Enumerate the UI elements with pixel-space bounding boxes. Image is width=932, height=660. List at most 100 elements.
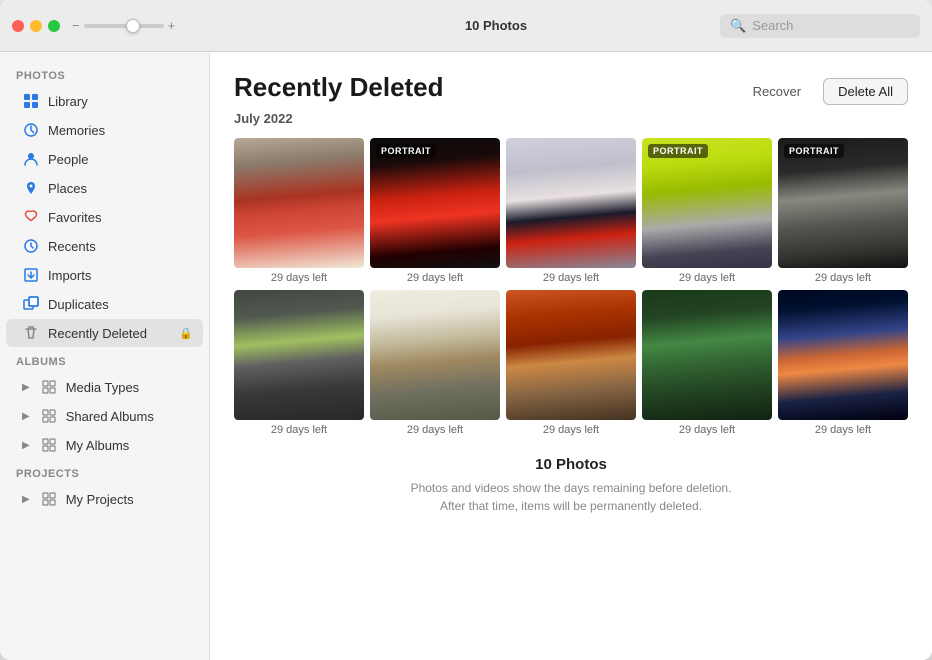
duplicates-icon (22, 295, 40, 313)
people-icon (22, 150, 40, 168)
close-button[interactable] (12, 20, 24, 32)
sidebar-item-shared-albums[interactable]: ▶ Shared Albums (6, 402, 203, 430)
sidebar-item-label-shared-albums: Shared Albums (66, 409, 193, 424)
photo-item-5[interactable]: PORTRAIT29 days left (778, 138, 908, 284)
sidebar-item-label-places: Places (48, 181, 193, 196)
sidebar-item-library[interactable]: Library (6, 87, 203, 115)
my-albums-icon (40, 436, 58, 454)
footer-desc-line2: After that time, items will be permanent… (234, 497, 908, 515)
portrait-badge-2: PORTRAIT (376, 144, 436, 158)
traffic-lights (12, 20, 60, 32)
recently-deleted-icon (22, 324, 40, 342)
photo-count: 10 Photos (465, 18, 527, 33)
sidebar-item-label-recently-deleted: Recently Deleted (48, 326, 171, 341)
days-left-4: 29 days left (642, 272, 772, 284)
portrait-badge-4: PORTRAIT (648, 144, 708, 158)
sidebar-item-label-memories: Memories (48, 123, 193, 138)
expand-arrow-shared-albums: ▶ (22, 411, 30, 422)
minimize-button[interactable] (30, 20, 42, 32)
main-content: Photos Library Memories (0, 52, 932, 660)
sidebar-section-label-photos: Photos (0, 62, 209, 86)
sidebar-item-media-types[interactable]: ▶ Media Types (6, 373, 203, 401)
lock-icon: 🔒 (179, 327, 193, 340)
sidebar-section-albums: Albums ▶ Media Types ▶ Shared Albums (0, 348, 209, 459)
sidebar-item-label-imports: Imports (48, 268, 193, 283)
days-left-7: 29 days left (370, 424, 500, 436)
content-header: Recently Deleted Recover Delete All (234, 72, 908, 105)
titlebar-center: − + 10 Photos 🔍 Search (72, 18, 920, 33)
maximize-button[interactable] (48, 20, 60, 32)
header-buttons: Recover Delete All (739, 78, 908, 105)
days-left-8: 29 days left (506, 424, 636, 436)
delete-all-button[interactable]: Delete All (823, 78, 908, 105)
photo-item-2[interactable]: PORTRAIT 29 days left (370, 138, 500, 284)
sidebar-section-projects: Projects ▶ My Projects (0, 460, 209, 513)
sidebar-item-label-media-types: Media Types (66, 380, 193, 395)
page-title: Recently Deleted (234, 72, 444, 103)
sidebar-item-memories[interactable]: Memories (6, 116, 203, 144)
sidebar-item-favorites[interactable]: Favorites (6, 203, 203, 231)
expand-arrow-my-projects: ▶ (22, 494, 30, 505)
sidebar-item-label-recents: Recents (48, 239, 193, 254)
portrait-badge-5: PORTRAIT (784, 144, 844, 158)
photo-item-10[interactable]: 29 days left (778, 290, 908, 436)
days-left-9: 29 days left (642, 424, 772, 436)
footer-count: 10 Photos (234, 456, 908, 473)
sidebar-item-imports[interactable]: Imports (6, 261, 203, 289)
expand-arrow-my-albums: ▶ (22, 440, 30, 451)
sidebar-item-duplicates[interactable]: Duplicates (6, 290, 203, 318)
sidebar-section-label-albums: Albums (0, 348, 209, 372)
zoom-slider[interactable] (84, 24, 164, 28)
photo-item-9[interactable]: 29 days left (642, 290, 772, 436)
sidebar-item-my-albums[interactable]: ▶ My Albums (6, 431, 203, 459)
sidebar-item-label-library: Library (48, 94, 193, 109)
zoom-out-icon[interactable]: − (72, 18, 80, 33)
days-left-2: 29 days left (370, 272, 500, 284)
footer-desc-line1: Photos and videos show the days remainin… (234, 479, 908, 497)
sidebar-item-label-duplicates: Duplicates (48, 297, 193, 312)
zoom-slider-thumb (126, 19, 140, 33)
places-icon (22, 179, 40, 197)
days-left-1: 29 days left (234, 272, 364, 284)
photo-item-1[interactable]: 29 days left (234, 138, 364, 284)
library-icon (22, 92, 40, 110)
titlebar: − + 10 Photos 🔍 Search (0, 0, 932, 52)
search-bar[interactable]: 🔍 Search (720, 14, 920, 38)
my-projects-icon (40, 490, 58, 508)
photo-item-4[interactable]: PORTRAIT 29 days left (642, 138, 772, 284)
search-placeholder: Search (752, 18, 793, 33)
expand-arrow-media-types: ▶ (22, 382, 30, 393)
sidebar-item-my-projects[interactable]: ▶ My Projects (6, 485, 203, 513)
sidebar-item-people[interactable]: People (6, 145, 203, 173)
footer-note: 10 Photos Photos and videos show the day… (234, 456, 908, 535)
memories-icon (22, 121, 40, 139)
photo-grid: 29 days left PORTRAIT 29 days left 29 days … (234, 138, 908, 436)
photo-item-8[interactable]: 29 days left (506, 290, 636, 436)
photo-item-6[interactable]: 29 days left (234, 290, 364, 436)
recents-icon (22, 237, 40, 255)
zoom-controls: − + (72, 18, 175, 33)
search-icon: 🔍 (730, 18, 746, 34)
days-left-10: 29 days left (778, 424, 908, 436)
sidebar-section-photos: Photos Library Memories (0, 62, 209, 347)
zoom-in-icon[interactable]: + (168, 18, 176, 33)
days-left-3: 29 days left (506, 272, 636, 284)
recover-button[interactable]: Recover (739, 79, 815, 104)
sidebar-item-label-my-projects: My Projects (66, 492, 193, 507)
sidebar-item-label-favorites: Favorites (48, 210, 193, 225)
date-group-label: July 2022 (234, 111, 908, 126)
days-left-6: 29 days left (234, 424, 364, 436)
media-types-icon (40, 378, 58, 396)
imports-icon (22, 266, 40, 284)
shared-albums-icon (40, 407, 58, 425)
sidebar-item-label-my-albums: My Albums (66, 438, 193, 453)
sidebar-item-recents[interactable]: Recents (6, 232, 203, 260)
photo-item-3[interactable]: 29 days left (506, 138, 636, 284)
app-window: − + 10 Photos 🔍 Search Photos (0, 0, 932, 660)
photo-item-7[interactable]: 29 days left (370, 290, 500, 436)
favorites-icon (22, 208, 40, 226)
sidebar-item-places[interactable]: Places (6, 174, 203, 202)
sidebar-item-recently-deleted[interactable]: Recently Deleted 🔒 (6, 319, 203, 347)
sidebar-item-label-people: People (48, 152, 193, 167)
sidebar-section-label-projects: Projects (0, 460, 209, 484)
